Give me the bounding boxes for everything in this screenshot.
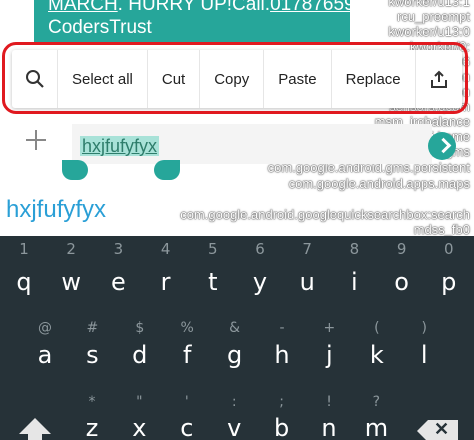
key-hint: ! — [326, 394, 332, 410]
key-i[interactable]: i — [331, 268, 377, 296]
key-hint: # — [86, 320, 99, 336]
message-line-1: MARCH. HURRY UP!Call.01787659323 — [48, 0, 386, 16]
message-line-2: CodersTrust — [48, 17, 152, 38]
selection-handle-left[interactable] — [62, 160, 88, 180]
key-x[interactable]: x — [116, 414, 162, 440]
key-hint: & — [229, 320, 241, 336]
key-a[interactable]: a — [22, 341, 68, 369]
copy-button[interactable]: Copy — [200, 50, 265, 108]
search-button[interactable] — [12, 50, 58, 108]
process-name: kworker/u13:0 — [388, 24, 470, 39]
key-o[interactable]: o — [379, 268, 425, 296]
key-w[interactable]: w — [48, 268, 94, 296]
search-icon — [25, 70, 44, 88]
key-hint: @ — [38, 320, 52, 336]
key-hint: ' — [184, 394, 189, 410]
key-hint: 3 — [113, 240, 124, 258]
key-b[interactable]: b — [259, 414, 305, 440]
key-l[interactable]: l — [401, 341, 447, 369]
key-hint: 4 — [160, 240, 171, 258]
replace-button[interactable]: Replace — [332, 50, 416, 108]
selected-text[interactable]: hxjfufyfyx — [80, 136, 160, 156]
text-selection-toolbar: Select all Cut Copy Paste Replace — [12, 50, 462, 108]
key-hint: ) — [421, 320, 427, 336]
process-name: rcu_preempt — [397, 9, 470, 24]
selection-handle-right[interactable] — [154, 160, 180, 180]
process-name: com.google.android.googlequicksearchbox:… — [180, 207, 470, 222]
key-hint: 0 — [444, 240, 454, 258]
key-c[interactable]: c — [164, 414, 210, 440]
key-hint: 1 — [19, 240, 29, 258]
key-d[interactable]: d — [117, 341, 163, 369]
key-f[interactable]: f — [164, 341, 210, 369]
cut-button[interactable]: Cut — [148, 50, 201, 108]
key-p[interactable]: p — [426, 268, 472, 296]
key-hint: 2 — [66, 240, 76, 258]
message-month-link[interactable]: MARCH — [48, 0, 118, 15]
key-hint: 6 — [255, 240, 265, 258]
keyboard-suggestion[interactable]: hxjfufyfyx — [6, 196, 106, 224]
select-all-button[interactable]: Select all — [58, 50, 148, 108]
message-phone-link[interactable]: 01787659323 — [270, 0, 386, 15]
backspace-x-icon: ✕ — [434, 419, 450, 439]
key-z[interactable]: z — [69, 414, 115, 440]
key-hint: - — [279, 320, 285, 336]
key-hint: 7 — [302, 240, 312, 258]
plus-icon[interactable] — [24, 128, 48, 152]
key-hint: : — [231, 394, 237, 410]
process-name: com.google.android.apps.maps — [288, 176, 470, 191]
share-icon — [430, 70, 447, 88]
key-t[interactable]: t — [190, 268, 236, 296]
send-button[interactable] — [428, 132, 456, 160]
key-hint: ; — [279, 394, 284, 410]
key-hint: * — [88, 394, 96, 410]
share-button[interactable] — [416, 50, 462, 108]
message-text: . HURRY UP!Call. — [117, 0, 271, 15]
paste-button[interactable]: Paste — [264, 50, 332, 108]
key-hint: + — [323, 320, 336, 336]
key-m[interactable]: m — [353, 414, 399, 440]
key-h[interactable]: h — [259, 341, 305, 369]
key-j[interactable]: j — [306, 341, 352, 369]
key-hint: $ — [135, 320, 145, 336]
key-hint: ? — [372, 394, 381, 410]
key-e[interactable]: e — [95, 268, 141, 296]
messaging-app: MARCH. HURRY UP!Call.01787659323 CodersT… — [0, 0, 474, 236]
key-hint: ( — [374, 320, 380, 336]
key-r[interactable]: r — [143, 268, 189, 296]
process-name: kworker/u13:1 — [388, 0, 470, 9]
process-name: mdss_fb0 — [413, 222, 470, 236]
shift-key[interactable] — [14, 416, 56, 440]
key-q[interactable]: q — [1, 268, 47, 296]
key-s[interactable]: s — [69, 341, 115, 369]
key-hint: 9 — [396, 240, 407, 258]
key-k[interactable]: k — [354, 341, 400, 369]
key-u[interactable]: u — [284, 268, 330, 296]
key-hint: " — [136, 394, 143, 410]
key-g[interactable]: g — [212, 341, 258, 369]
key-hint: 8 — [349, 240, 360, 258]
keyboard: ✕ 1 q 2 w 3 e 4 r 5 t 6 y 7 u 8 i 9 o 0 p @ a # s $ d% f & g - h + j ( k) l… — [0, 236, 474, 440]
key-hint: % — [180, 320, 194, 336]
key-n[interactable]: n — [306, 414, 352, 440]
key-v[interactable]: v — [211, 414, 257, 440]
key-hint: 5 — [208, 240, 218, 258]
key-y[interactable]: y — [237, 268, 283, 296]
